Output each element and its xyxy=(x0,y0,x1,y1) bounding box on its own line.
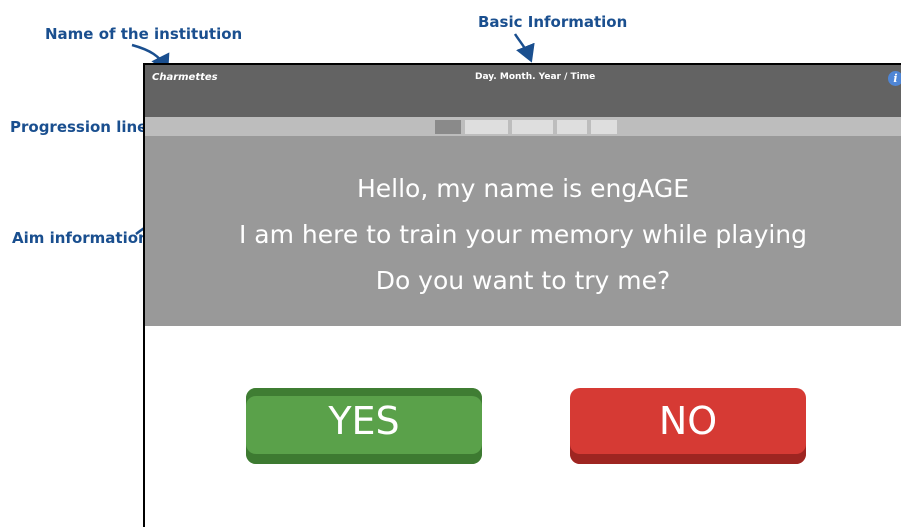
progression-line xyxy=(145,117,901,136)
aim-line: Do you want to try me? xyxy=(375,266,671,295)
app-screen: Charmettes Day. Month. Year / Time i Hel… xyxy=(143,63,901,527)
progress-segment xyxy=(557,120,587,134)
progress-segment xyxy=(465,120,508,134)
progress-segment xyxy=(435,120,461,134)
yes-button[interactable]: YES xyxy=(246,388,482,464)
institution-name: Charmettes xyxy=(152,72,218,83)
aim-line: I am here to train your memory while pla… xyxy=(238,220,808,249)
aim-information: Hello, my name is engAGE I am here to tr… xyxy=(145,136,901,326)
progress-segment xyxy=(512,120,553,134)
no-button[interactable]: NO xyxy=(570,388,806,464)
progress-segment xyxy=(591,120,617,134)
arrow-basic-info xyxy=(513,33,535,63)
annotation-progression: Progression line xyxy=(10,118,148,136)
annotation-aim: Aim information xyxy=(12,229,149,247)
annotation-basic-info: Basic Information xyxy=(478,13,628,31)
annotation-institution: Name of the institution xyxy=(45,25,243,43)
info-icon[interactable]: i xyxy=(888,71,901,86)
top-bar: Charmettes Day. Month. Year / Time i xyxy=(145,65,901,117)
basic-info: Day. Month. Year / Time xyxy=(475,72,596,82)
aim-line: Hello, my name is engAGE xyxy=(356,174,690,203)
